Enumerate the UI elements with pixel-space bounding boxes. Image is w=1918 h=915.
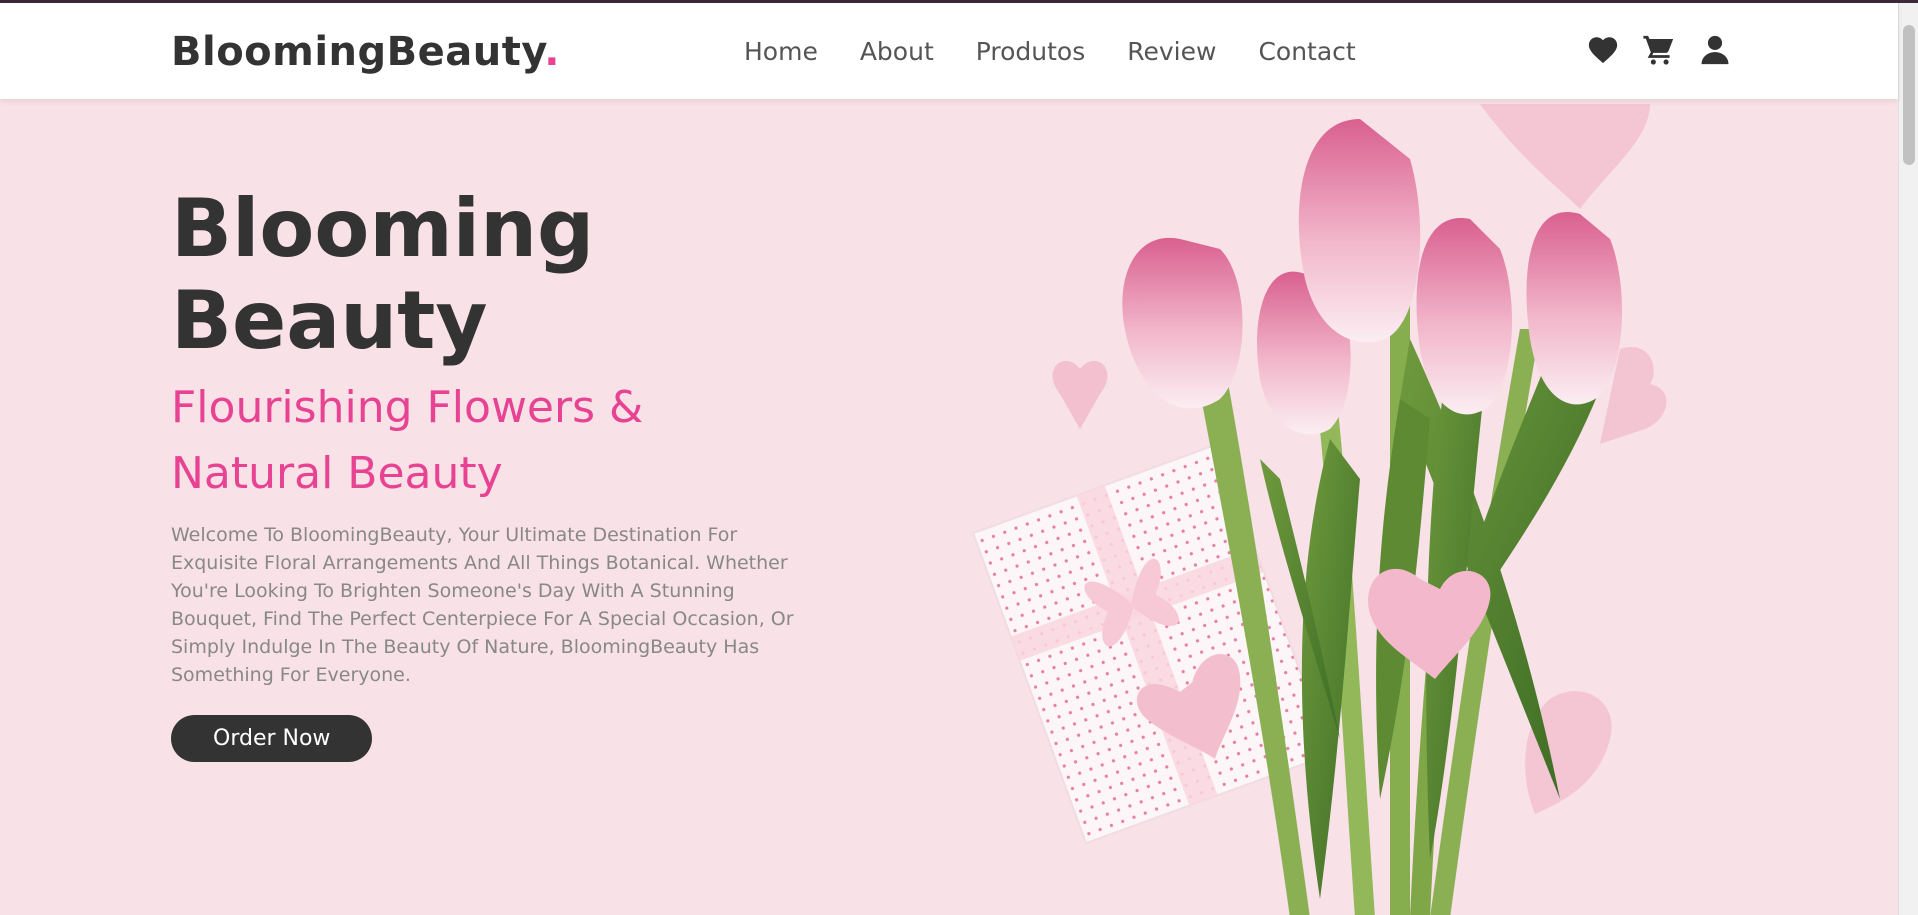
cart-icon[interactable] xyxy=(1642,33,1676,67)
nav-icons xyxy=(1586,33,1732,67)
nav-link-contact[interactable]: Contact xyxy=(1258,37,1355,66)
nav-link-produtos[interactable]: Produtos xyxy=(976,37,1086,66)
hero-title: Blooming Beauty xyxy=(171,182,595,367)
brand-dot: . xyxy=(544,29,560,75)
hero-subtitle: Flourishing Flowers & Natural Beauty xyxy=(171,382,644,499)
vertical-scrollbar[interactable] xyxy=(1898,3,1918,915)
hero-section: Blooming Beauty Flourishing Flowers & Na… xyxy=(171,183,811,762)
tulip-bouquet-illustration xyxy=(971,104,1667,915)
nav-link-home[interactable]: Home xyxy=(744,37,818,66)
brand-name: BloomingBeauty xyxy=(171,29,545,75)
brand-logo[interactable]: BloomingBeauty. xyxy=(171,29,560,75)
navbar: BloomingBeauty. Home About Produtos Revi… xyxy=(0,3,1898,99)
main-nav: Home About Produtos Review Contact xyxy=(744,37,1356,66)
hero-description: Welcome To BloomingBeauty, Your Ultimate… xyxy=(171,524,794,686)
scrollbar-thumb[interactable] xyxy=(1903,25,1915,165)
hero-image xyxy=(960,99,1898,915)
heart-icon[interactable] xyxy=(1586,33,1620,67)
order-now-button[interactable]: Order Now xyxy=(171,715,373,762)
nav-link-review[interactable]: Review xyxy=(1127,37,1216,66)
nav-link-about[interactable]: About xyxy=(860,37,934,66)
user-icon[interactable] xyxy=(1698,33,1732,67)
